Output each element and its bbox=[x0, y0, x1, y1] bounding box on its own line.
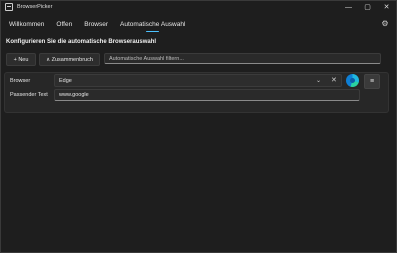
app-icon bbox=[5, 3, 13, 11]
window-controls: — ▢ ✕ bbox=[339, 1, 396, 13]
browser-select[interactable]: Edge bbox=[54, 74, 342, 87]
page-title: Konfigurieren Sie die automatische Brows… bbox=[6, 39, 157, 45]
close-button[interactable]: ✕ bbox=[377, 1, 396, 13]
filter-input[interactable]: Automatische Auswahl filtern... bbox=[104, 53, 381, 64]
pattern-label: Passender Text bbox=[10, 92, 48, 98]
new-button[interactable]: + Neu bbox=[6, 53, 36, 66]
tab-bar: Willkommen Offen Browser Automatische Au… bbox=[1, 15, 396, 33]
gear-icon[interactable]: ⚙ bbox=[380, 18, 390, 28]
menu-button[interactable]: ≡ bbox=[364, 74, 380, 89]
tab-willkommen[interactable]: Willkommen bbox=[9, 15, 44, 33]
chevron-down-icon[interactable]: ⌄ bbox=[316, 77, 321, 84]
pattern-input[interactable]: www.google bbox=[54, 89, 360, 101]
tab-offen[interactable]: Offen bbox=[56, 15, 72, 33]
app-window: BrowserPicker — ▢ ✕ Willkommen Offen Bro… bbox=[0, 0, 397, 253]
tab-automatische-auswahl[interactable]: Automatische Auswahl bbox=[120, 15, 185, 33]
collapse-button[interactable]: ∧ Zusammenbruch bbox=[39, 53, 100, 66]
browser-label: Browser bbox=[10, 78, 31, 84]
maximize-button[interactable]: ▢ bbox=[358, 1, 377, 13]
window-title: BrowserPicker bbox=[17, 4, 53, 10]
edge-icon bbox=[346, 74, 359, 87]
tab-browser[interactable]: Browser bbox=[84, 15, 108, 33]
clear-icon[interactable]: ✕ bbox=[331, 76, 337, 84]
title-bar: BrowserPicker — ▢ ✕ bbox=[1, 1, 396, 13]
minimize-button[interactable]: — bbox=[339, 1, 358, 13]
